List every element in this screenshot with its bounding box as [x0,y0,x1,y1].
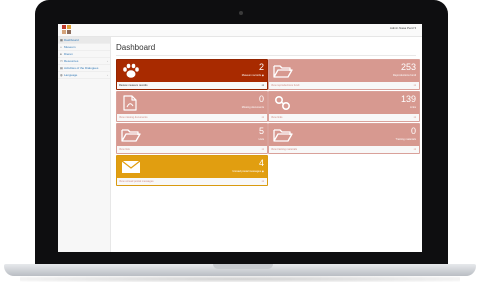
sidebar-item-label: Museum [64,45,76,49]
panel-footer-link[interactable]: View links ➔ [269,114,419,121]
arrow-right-icon: ➔ [261,115,264,119]
sidebar-item-label: Dieren [64,52,73,56]
arrow-right-icon: ➔ [413,115,416,119]
book-icon: ▤ [60,65,63,70]
arrow-right-icon: ➔ [261,83,264,87]
museum-icon: ⌂ [60,44,62,49]
panel-missing-documents[interactable]: 0 Missing documents View missing documen… [116,91,268,122]
panel-count: 253 [400,62,416,72]
top-navbar: Admin Nasa Penil ▾ [58,24,422,37]
panel-count: 0 [258,94,264,104]
panel-count: 0 [410,126,416,136]
panel-footer-text: View links [271,116,283,119]
panel-training-materials[interactable]: 0 Training materials View training mater… [268,123,420,154]
panel-footer-link[interactable]: View unread postal messages ➔ [117,178,267,185]
page-title: Dashboard [116,43,156,52]
sidebar-item-language[interactable]: ◍ Language ‹ [58,72,110,79]
folder-icon: ▭ [60,58,63,63]
sidebar-item-label: Activities of the Dialogues [64,66,99,70]
panel-footer-text: View unread postal messages [119,180,154,183]
app-logo[interactable] [62,25,72,35]
panel-reproductions[interactable]: 253 Reproductions fundi View reproductio… [268,59,420,90]
sidebar-item-label: Resources [64,59,79,63]
sidebar-item-resources[interactable]: ▭ Resources ‹ [58,58,110,65]
panel-label: Unread postal messages ◉ [232,170,264,173]
paw-icon: ● [60,51,62,56]
chevron-left-icon: ‹ [107,73,108,77]
sidebar-item-label: Language [64,73,78,77]
panel-label: Links [409,106,416,109]
folder-open-icon [273,65,293,78]
panel-label: Lists [258,138,264,141]
link-icon [274,95,291,111]
panel-count: 5 [258,126,264,136]
panel-footer-text: View reproductions fundi [271,84,300,87]
panel-count: 139 [400,94,416,104]
panel-footer-text: View training materials [271,148,298,151]
panel-footer-link[interactable]: Review museum records ➔ [117,82,267,89]
panel-footer-link[interactable]: View lists ➔ [117,146,267,153]
globe-icon: ◍ [60,72,63,77]
panel-footer-text: View lists [119,148,130,151]
file-pdf-icon [123,95,137,111]
title-divider [116,55,416,56]
arrow-right-icon: ➔ [261,147,264,151]
panel-links[interactable]: 139 Links View links ➔ [268,91,420,122]
panel-footer-link[interactable]: View training materials ➔ [269,146,419,153]
panel-lists[interactable]: 5 Lists View lists ➔ [116,123,268,154]
dashboard-icon: ▦ [60,37,63,42]
panel-label: Museum records ◉ [241,74,264,77]
panel-footer-text: View missing documents [119,116,148,119]
panel-footer-link[interactable]: View missing documents ➔ [117,114,267,121]
laptop-shadow [20,276,460,282]
sidebar-item-museum[interactable]: ⌂ Museum [58,44,110,51]
arrow-right-icon: ➔ [261,179,264,183]
panel-label: Training materials [395,138,416,141]
screen: Admin Nasa Penil ▾ ▦ Dashboard ⌂ Museum … [58,24,422,252]
user-menu[interactable]: Admin Nasa Penil ▾ [390,26,416,30]
sidebar-item-dieren[interactable]: ● Dieren [58,51,110,58]
panel-unread-messages[interactable]: 4 Unread postal messages ◉ View unread p… [116,155,268,186]
paw-icon [123,63,139,78]
folder-open-icon [121,129,141,142]
arrow-right-icon: ➔ [413,147,416,151]
sidebar-item-activities[interactable]: ▤ Activities of the Dialogues [58,65,110,72]
panel-footer-text: Review museum records [119,84,148,87]
laptop-notch [213,264,273,269]
folder-open-icon [273,129,293,142]
sidebar-item-dashboard[interactable]: ▦ Dashboard [58,37,110,44]
panel-museum-records[interactable]: 2 Museum records ◉ Review museum records… [116,59,268,90]
sidebar: ▦ Dashboard ⌂ Museum ● Dieren ▭ Resource… [58,37,111,252]
panel-label: Missing documents [241,106,264,109]
camera-dot [239,11,243,15]
panel-footer-link[interactable]: View reproductions fundi ➔ [269,82,419,89]
chevron-left-icon: ‹ [107,59,108,63]
sidebar-item-label: Dashboard [64,38,79,42]
arrow-right-icon: ➔ [413,83,416,87]
envelope-icon [121,160,141,173]
panel-label: Reproductions fundi [392,74,416,77]
panel-count: 2 [258,62,264,72]
panel-count: 4 [258,158,264,168]
